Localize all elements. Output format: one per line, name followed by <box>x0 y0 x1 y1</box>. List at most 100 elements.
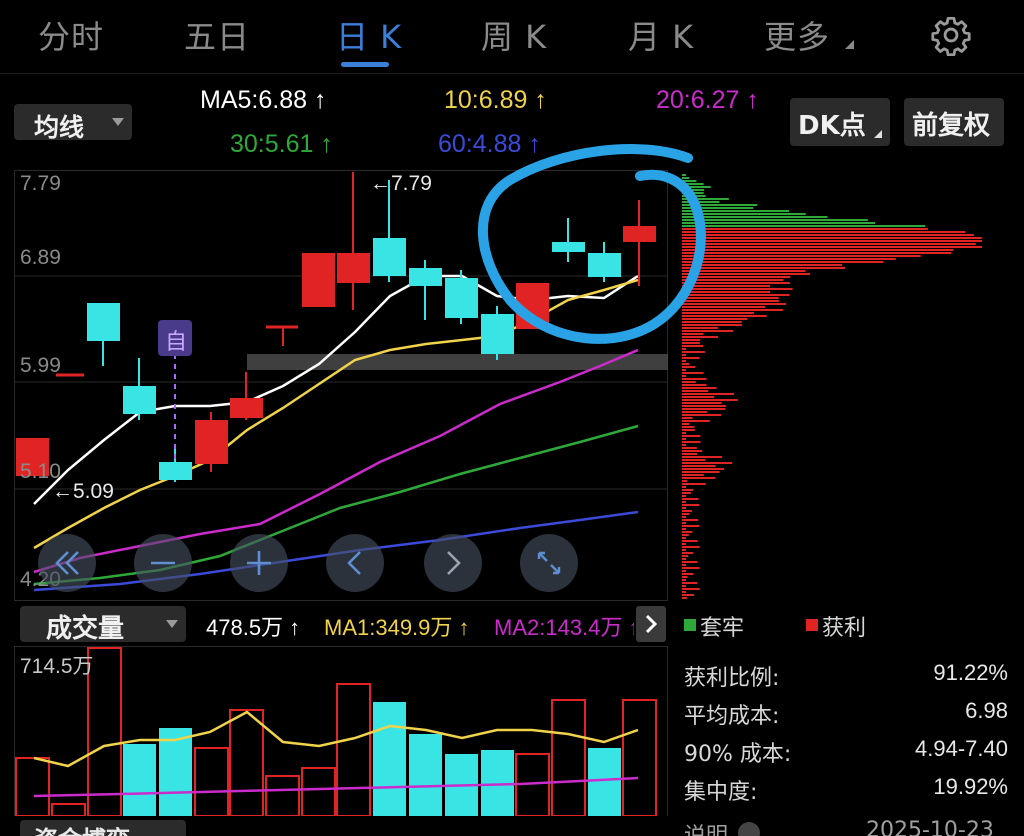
candle-down <box>445 278 478 318</box>
chip-bar <box>682 588 700 590</box>
chip-bar <box>682 549 686 551</box>
chip-bar <box>682 411 707 413</box>
scroll-left-button[interactable] <box>326 534 384 592</box>
price-label: 5.99 <box>20 354 61 377</box>
average-cost-label: 平均成本: <box>684 704 780 729</box>
profit-legend-label: 获利 <box>822 616 867 641</box>
average-cost-value: 6.98 <box>965 698 1008 723</box>
explain-link[interactable]: 说明 <box>684 818 728 836</box>
chip-bar <box>682 477 716 479</box>
candle-up <box>337 253 370 283</box>
chip-bar <box>682 240 982 242</box>
volume-bar-up <box>551 699 586 816</box>
chip-bar <box>682 297 779 299</box>
chip-bar <box>682 420 710 422</box>
volume-selector-label: 成交量 <box>46 614 125 644</box>
chip-bar <box>682 174 686 176</box>
chip-bar <box>682 486 686 488</box>
chip-bar <box>682 246 982 248</box>
volume-expand-button[interactable] <box>636 606 666 642</box>
chip-bar <box>682 462 733 464</box>
chip-bar <box>682 279 784 281</box>
candle-down <box>409 268 442 286</box>
chip-bar <box>682 456 723 458</box>
chip-bar <box>682 318 748 320</box>
chip-bar <box>682 438 686 440</box>
fullscreen-button[interactable] <box>520 534 578 592</box>
zoom-out-button[interactable] <box>134 534 192 592</box>
volume-bar-up <box>15 757 50 816</box>
chip-bar <box>682 498 699 500</box>
chip-date: 2025-10-23 <box>866 818 994 836</box>
chip-bar <box>682 342 700 344</box>
chip-bar <box>682 345 704 347</box>
chip-bar <box>682 339 701 341</box>
candle-up <box>623 226 656 242</box>
info-icon[interactable] <box>738 822 760 836</box>
volume-bar-up <box>336 683 371 816</box>
chip-bar <box>682 537 686 539</box>
chevron-down-icon <box>166 620 178 628</box>
volume-bar-down <box>481 750 514 816</box>
chip-bar <box>682 450 703 452</box>
scroll-left-fast-button[interactable] <box>38 534 96 592</box>
chip-bar <box>682 237 982 239</box>
expand-icon <box>537 551 561 575</box>
low-price-marker: ←5.09 <box>52 480 114 503</box>
scroll-right-button[interactable] <box>424 534 482 592</box>
chip-bar <box>682 201 720 203</box>
zoom-in-button[interactable] <box>230 534 288 592</box>
chip-bar <box>682 222 876 224</box>
chip-bar <box>682 321 742 323</box>
chip-bar <box>682 513 690 515</box>
chip-bar <box>682 285 770 287</box>
chip-bar <box>682 531 693 533</box>
chip-bar <box>682 474 704 476</box>
volume-bar-up <box>229 709 264 816</box>
chip-bar <box>682 570 686 572</box>
chip-bar <box>682 576 688 578</box>
volume-bar-down <box>588 748 621 816</box>
chip-bar <box>682 435 701 437</box>
chip-bar <box>682 357 700 359</box>
chip-bar <box>682 393 734 395</box>
volume-selector[interactable]: 成交量 <box>20 606 186 644</box>
chip-bar <box>682 444 686 446</box>
profit-ratio-value: 91.22% <box>933 660 1008 685</box>
chip-bar <box>682 561 698 563</box>
profit-ratio-label: 获利比例: <box>684 666 780 691</box>
kline-chart[interactable] <box>0 0 1024 606</box>
chip-bar <box>682 288 793 290</box>
chip-bar <box>682 441 701 443</box>
chip-bar <box>682 423 690 425</box>
chip-bar <box>682 330 733 332</box>
chip-bar <box>682 228 928 230</box>
trapped-legend-swatch <box>684 619 696 631</box>
chip-bar <box>682 219 868 221</box>
concentration-value: 19.92% <box>933 774 1008 799</box>
chip-bar <box>682 489 694 491</box>
chip-bar <box>682 177 690 179</box>
chip-bar <box>682 579 686 581</box>
chip-bar <box>682 255 921 257</box>
double-chevron-left-icon <box>55 551 79 575</box>
chip-bar <box>682 468 725 470</box>
candle-up <box>195 420 228 464</box>
candle-up <box>302 253 335 307</box>
chip-bar <box>682 375 686 377</box>
chip-bar <box>682 315 767 317</box>
chip-bar <box>682 543 686 545</box>
chip-bar <box>682 387 717 389</box>
chip-bar <box>682 573 694 575</box>
chip-bar <box>682 522 686 524</box>
chip-bar <box>682 555 689 557</box>
fund-game-selector[interactable]: 资金博弈 <box>20 820 186 836</box>
candle-down <box>123 386 156 414</box>
volume-bar-up <box>194 747 229 816</box>
volume-current: 478.5万 ↑ <box>206 615 301 640</box>
chip-bar <box>682 507 686 509</box>
chip-bar <box>682 483 706 485</box>
chip-bar <box>682 372 704 374</box>
chip-bar <box>682 519 699 521</box>
chip-bar <box>682 303 786 305</box>
